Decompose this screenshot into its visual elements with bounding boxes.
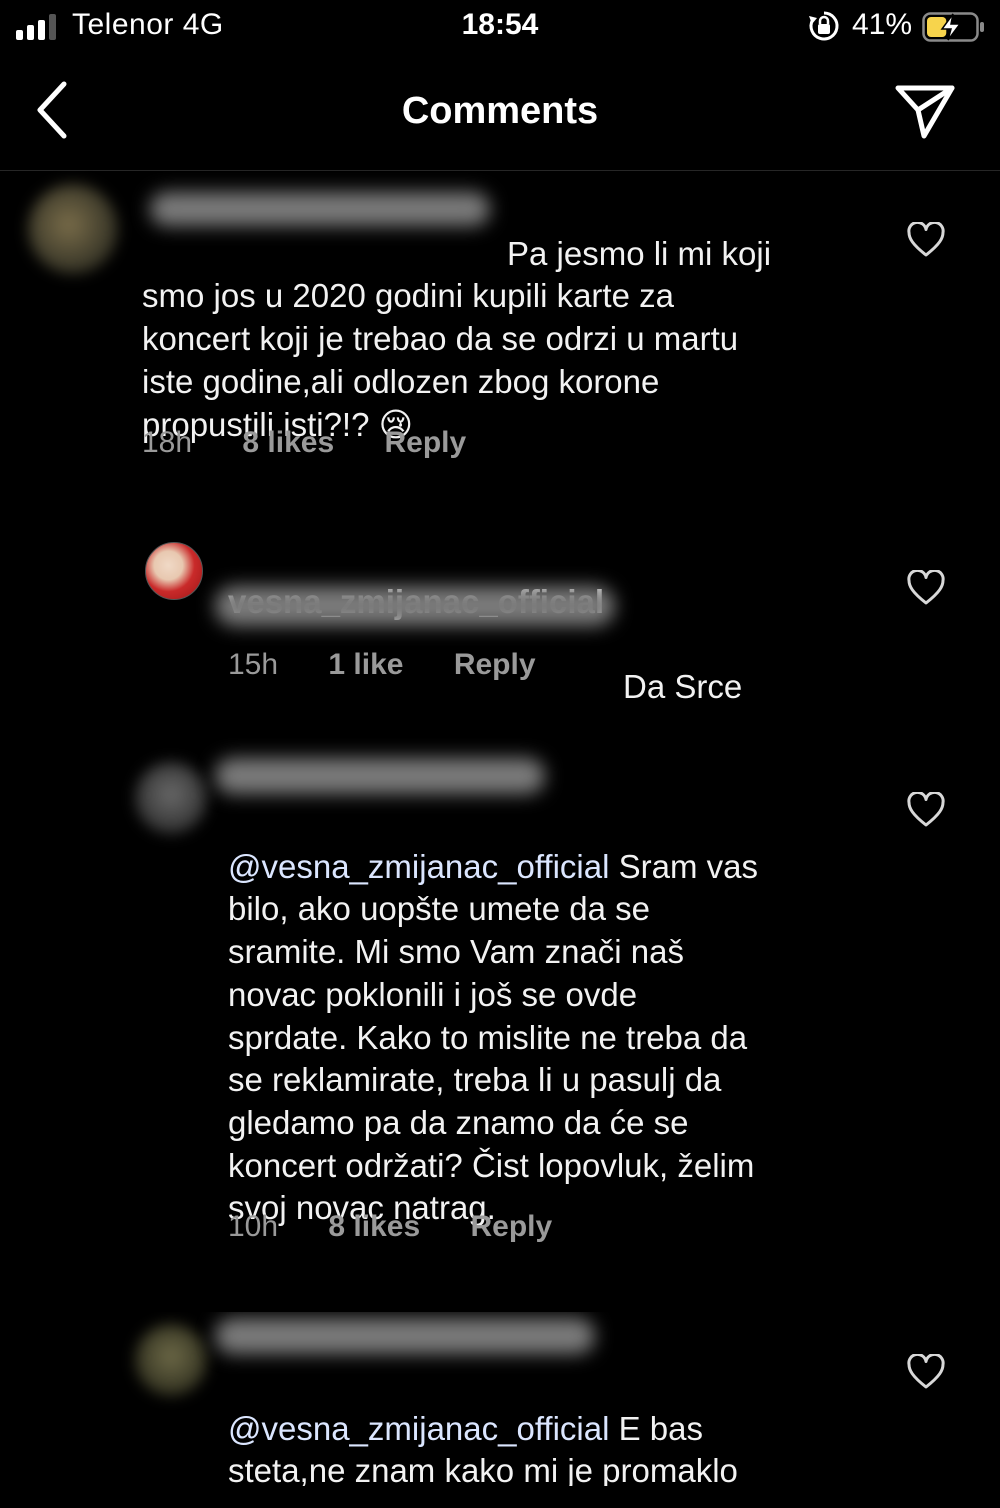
likes-count[interactable]: 8 likes [328,1210,420,1244]
redacted-username [215,1318,595,1354]
comment-mention[interactable]: @vesna_zmijanac_official [228,1410,609,1447]
comment-body: Pa jesmo li mi koji smo jos u 2020 godin… [142,234,772,443]
comment-text: vesna_zmijanac_official Da Srce [228,538,868,752]
heart-outline-icon[interactable] [907,570,945,606]
reply-button[interactable]: Reply [454,648,536,682]
battery-percent: 41% [852,8,913,41]
comment-text: @vesna_zmijanac_official Sram vas bilo, … [228,803,888,1230]
avatar[interactable] [135,1324,207,1396]
comment-body: Sram vas bilo, ako uopšte umete da se sr… [228,847,758,1227]
paper-plane-icon[interactable] [894,82,956,140]
comment-item: @vesna_zmijanac_official E bas steta,ne … [0,1312,1000,1486]
heart-outline-icon[interactable] [907,1354,945,1390]
comment-time: 15h [228,648,279,681]
comment-meta: 18h 8 likes Reply [142,426,508,460]
heart-outline-icon[interactable] [907,222,945,258]
redacted-username [215,758,545,794]
avatar[interactable] [135,762,207,834]
likes-count[interactable]: 1 like [328,648,403,682]
comment-meta: 10h 8 likes Reply [228,1210,594,1244]
likes-count[interactable]: 8 likes [242,426,334,460]
comment-item: Pa jesmo li mi koji smo jos u 2020 godin… [0,172,1000,502]
comment-meta: 15h 1 like Reply [228,648,578,682]
status-bar: Telenor 4G 18:54 41% [0,0,1000,56]
comment-item: vesna_zmijanac_official Da Srce 15h 1 li… [0,530,1000,705]
comment-text: @vesna_zmijanac_official E bas steta,ne … [228,1365,888,1486]
reply-button[interactable]: Reply [385,426,467,460]
clock: 18:54 [461,8,539,41]
comment-time: 10h [228,1210,279,1243]
comment-mention[interactable]: @vesna_zmijanac_official [228,848,609,885]
avatar[interactable] [145,542,203,600]
comment-text: Pa jesmo li mi koji smo jos u 2020 godin… [142,190,882,446]
comment-item: @vesna_zmijanac_official Sram vas bilo, … [0,750,1000,1270]
comment-time: 18h [142,426,193,459]
page-title: Comments [401,90,599,132]
battery-charging-icon [922,12,984,42]
comments-header: Comments [0,56,1000,171]
divider [0,1486,1000,1508]
avatar[interactable] [28,184,118,274]
redacted-mention [215,586,615,626]
comment-body: Da Srce [623,668,743,706]
reply-button[interactable]: Reply [471,1210,553,1244]
heart-outline-icon[interactable] [907,792,945,828]
rotation-lock-icon [809,11,839,41]
